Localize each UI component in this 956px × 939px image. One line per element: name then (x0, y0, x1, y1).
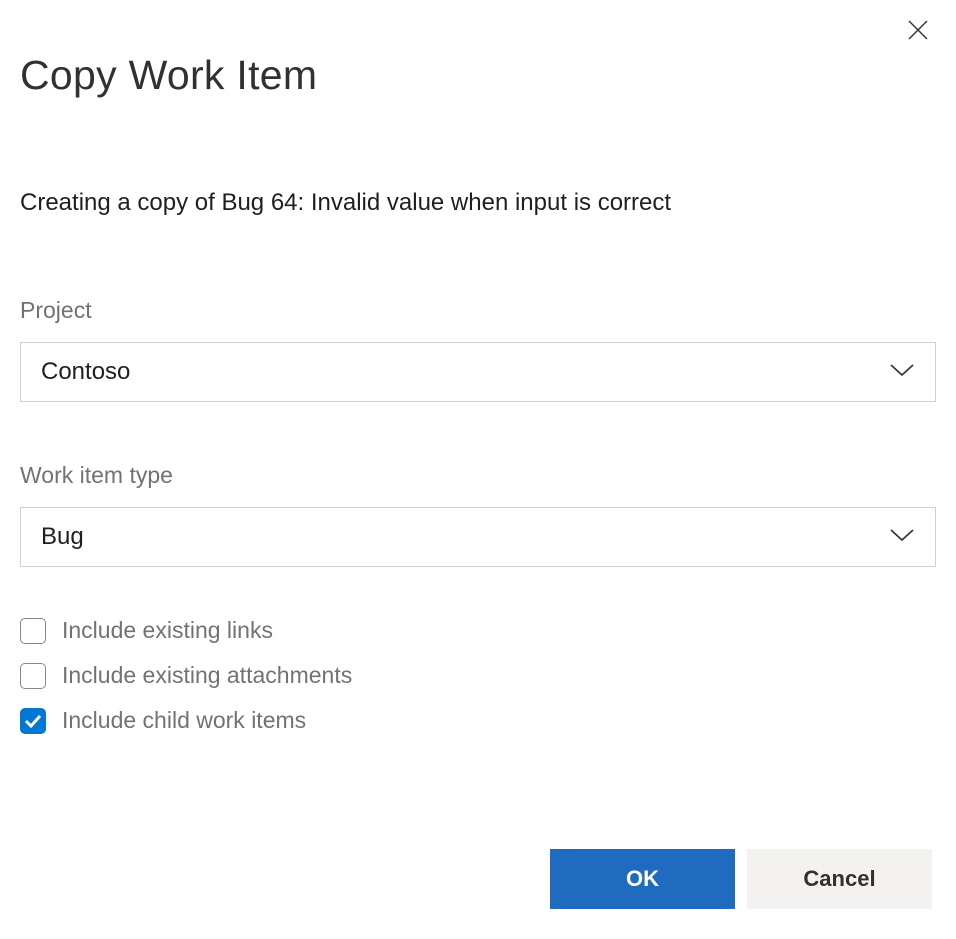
cancel-button[interactable]: Cancel (747, 849, 932, 909)
dialog-subtitle: Creating a copy of Bug 64: Invalid value… (20, 189, 936, 217)
project-label: Project (20, 297, 936, 324)
work-item-type-value: Bug (41, 523, 889, 551)
project-select[interactable]: Contoso (20, 342, 936, 402)
chevron-down-icon (889, 528, 915, 547)
project-value: Contoso (41, 358, 889, 386)
checkbox-box (20, 708, 46, 734)
checkbox-label: Include existing links (62, 617, 273, 644)
include-children-checkbox[interactable]: Include child work items (20, 707, 936, 734)
checkbox-box (20, 663, 46, 689)
options-list: Include existing links Include existing … (20, 617, 936, 734)
chevron-down-icon (889, 363, 915, 382)
checkbox-box (20, 618, 46, 644)
close-icon (907, 19, 929, 46)
project-field: Project Contoso (20, 297, 936, 402)
work-item-type-select[interactable]: Bug (20, 507, 936, 567)
ok-button[interactable]: OK (550, 849, 735, 909)
work-item-type-label: Work item type (20, 462, 936, 489)
checkbox-label: Include existing attachments (62, 662, 352, 689)
include-links-checkbox[interactable]: Include existing links (20, 617, 936, 644)
dialog-title: Copy Work Item (20, 52, 936, 99)
checkbox-label: Include child work items (62, 707, 306, 734)
work-item-type-field: Work item type Bug (20, 462, 936, 567)
close-button[interactable] (902, 16, 934, 48)
dialog-footer: OK Cancel (550, 849, 932, 909)
include-attachments-checkbox[interactable]: Include existing attachments (20, 662, 936, 689)
